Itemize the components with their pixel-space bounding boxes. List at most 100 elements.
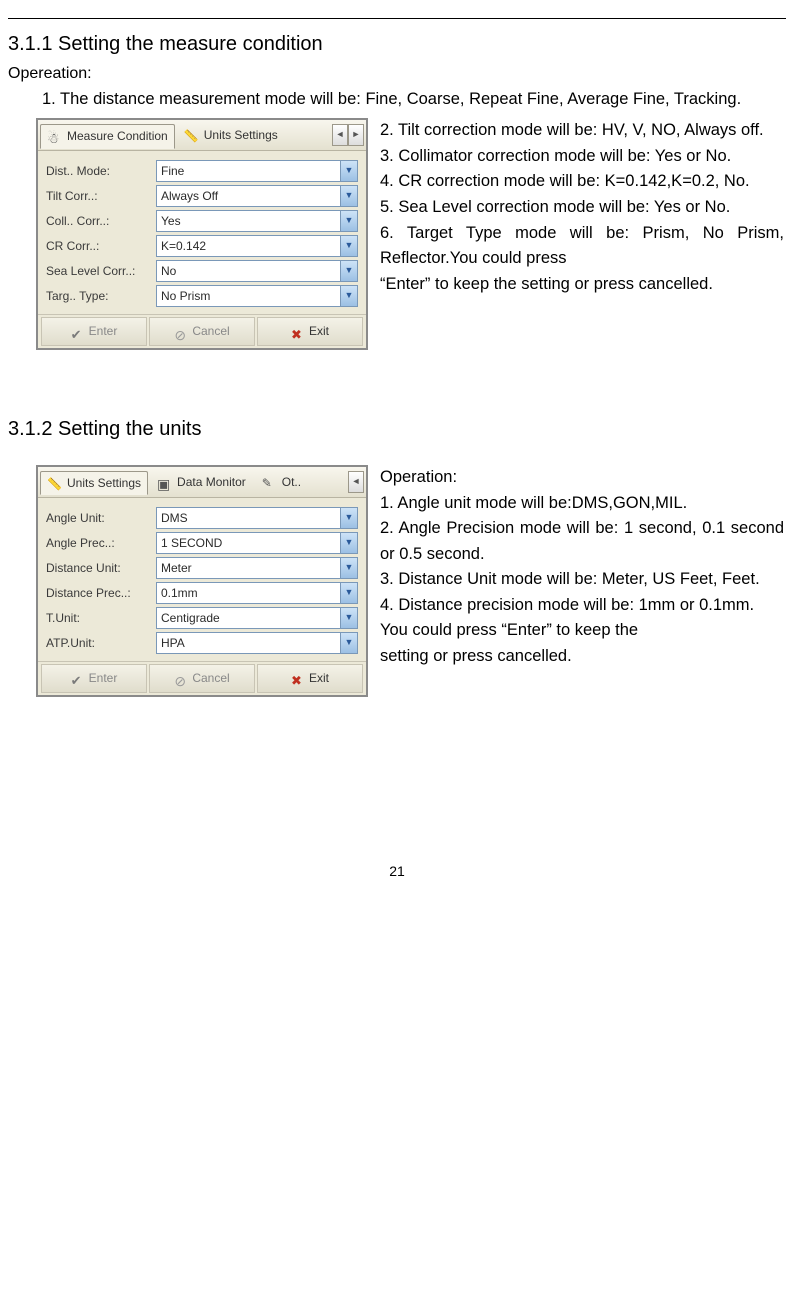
tab-label: Ot..	[282, 473, 301, 492]
label-sea-level: Sea Level Corr..:	[46, 262, 156, 281]
exit-button[interactable]: Exit	[257, 317, 363, 346]
section-312-title: 3.1.2 Setting the units	[8, 414, 786, 445]
combo-angle-unit[interactable]: DMS ▼	[156, 507, 358, 529]
tab-scroll-left[interactable]: ◄	[348, 471, 364, 493]
sec311-line2: 2. Tilt correction mode will be: HV, V, …	[380, 118, 784, 144]
tab-label: Data Monitor	[177, 473, 246, 492]
combo-value: Meter	[157, 559, 340, 578]
page-number: 21	[8, 861, 786, 883]
label-cr-corr: CR Corr..:	[46, 237, 156, 256]
chevron-down-icon: ▼	[340, 261, 357, 281]
exit-button[interactable]: Exit	[257, 664, 363, 693]
tab-label: Units Settings	[67, 474, 141, 493]
chevron-down-icon: ▼	[340, 211, 357, 231]
row-sea-level: Sea Level Corr..: No ▼	[46, 260, 358, 282]
row-atp-unit: ATP.Unit: HPA ▼	[46, 632, 358, 654]
combo-value: 0.1mm	[157, 584, 340, 603]
label-tilt-corr: Tilt Corr..:	[46, 187, 156, 206]
combo-sea-level[interactable]: No ▼	[156, 260, 358, 282]
enter-button[interactable]: Enter	[41, 664, 147, 693]
sec312-line5a: You could press “Enter” to keep the	[380, 618, 784, 644]
sec312-sidetext: Operation: 1. Angle unit mode will be:DM…	[380, 465, 786, 644]
row-cr-corr: CR Corr..: K=0.142 ▼	[46, 235, 358, 257]
screenshot-units-settings: Units Settings Data Monitor Ot.. ◄ Angle…	[36, 465, 368, 697]
label-dist-mode: Dist.. Mode:	[46, 162, 156, 181]
tab-label: Measure Condition	[67, 127, 168, 146]
enter-button[interactable]: Enter	[41, 317, 147, 346]
combo-value: Centigrade	[157, 609, 340, 628]
tab-scroll-left[interactable]: ◄	[332, 124, 348, 146]
sec312-op-label: Operation:	[380, 465, 784, 491]
label-distance-unit: Distance Unit:	[46, 559, 156, 578]
chevron-down-icon: ▼	[340, 633, 357, 653]
pencil-icon	[262, 474, 278, 490]
cancel-button[interactable]: Cancel	[149, 664, 255, 693]
button-label: Cancel	[192, 669, 229, 688]
tab-data-monitor[interactable]: Data Monitor	[150, 470, 253, 495]
combo-value: 1 SECOND	[157, 534, 340, 553]
check-icon	[71, 325, 85, 339]
combo-atp-unit[interactable]: HPA ▼	[156, 632, 358, 654]
combo-targ-type[interactable]: No Prism ▼	[156, 285, 358, 307]
form-body: Angle Unit: DMS ▼ Angle Prec..: 1 SECOND…	[38, 498, 366, 661]
sec312-line3: 3. Distance Unit mode will be: Meter, US…	[380, 567, 784, 593]
tab-other[interactable]: Ot..	[255, 470, 308, 495]
button-label: Enter	[89, 669, 118, 688]
chevron-down-icon: ▼	[340, 583, 357, 603]
row-distance-prec: Distance Prec..: 0.1mm ▼	[46, 582, 358, 604]
row-targ-type: Targ.. Type: No Prism ▼	[46, 285, 358, 307]
row-distance-unit: Distance Unit: Meter ▼	[46, 557, 358, 579]
section-311-title: 3.1.1 Setting the measure condition	[8, 29, 786, 60]
tab-units-settings[interactable]: Units Settings	[40, 471, 148, 496]
label-angle-unit: Angle Unit:	[46, 509, 156, 528]
combo-distance-unit[interactable]: Meter ▼	[156, 557, 358, 579]
combo-distance-prec[interactable]: 0.1mm ▼	[156, 582, 358, 604]
chevron-down-icon: ▼	[340, 558, 357, 578]
monitor-icon	[157, 474, 173, 490]
row-tilt-corr: Tilt Corr..: Always Off ▼	[46, 185, 358, 207]
chevron-down-icon: ▼	[340, 533, 357, 553]
combo-value: K=0.142	[157, 237, 340, 256]
sec312-line1: 1. Angle unit mode will be:DMS,GON,MIL.	[380, 491, 784, 517]
tab-units-settings[interactable]: Units Settings	[177, 123, 285, 148]
cancel-button[interactable]: Cancel	[149, 317, 255, 346]
operation-label-311: Opereation:	[8, 62, 786, 87]
prohibit-icon	[174, 671, 188, 685]
tab-measure-condition[interactable]: Measure Condition	[40, 124, 175, 149]
combo-cr-corr[interactable]: K=0.142 ▼	[156, 235, 358, 257]
label-angle-prec: Angle Prec..:	[46, 534, 156, 553]
combo-tilt-corr[interactable]: Always Off ▼	[156, 185, 358, 207]
tab-strip: Measure Condition Units Settings ◄ ►	[38, 120, 366, 151]
combo-angle-prec[interactable]: 1 SECOND ▼	[156, 532, 358, 554]
sec311-line3: 3. Collimator correction mode will be: Y…	[380, 144, 784, 170]
row-angle-prec: Angle Prec..: 1 SECOND ▼	[46, 532, 358, 554]
label-t-unit: T.Unit:	[46, 609, 156, 628]
row-angle-unit: Angle Unit: DMS ▼	[46, 507, 358, 529]
button-bar: Enter Cancel Exit	[38, 314, 366, 348]
sec311-line5: 5. Sea Level correction mode will be: Ye…	[380, 195, 784, 221]
label-targ-type: Targ.. Type:	[46, 287, 156, 306]
close-icon	[291, 325, 305, 339]
tab-label: Units Settings	[204, 126, 278, 145]
chevron-down-icon: ▼	[340, 286, 357, 306]
combo-value: DMS	[157, 509, 340, 528]
chevron-down-icon: ▼	[340, 608, 357, 628]
tab-scroll-right[interactable]: ►	[348, 124, 364, 146]
button-label: Exit	[309, 322, 329, 341]
tab-scrollers: ◄ ►	[332, 124, 364, 146]
combo-value: No Prism	[157, 287, 340, 306]
chevron-down-icon: ▼	[340, 508, 357, 528]
row-t-unit: T.Unit: Centigrade ▼	[46, 607, 358, 629]
row-coll-corr: Coll.. Corr..: Yes ▼	[46, 210, 358, 232]
combo-dist-mode[interactable]: Fine ▼	[156, 160, 358, 182]
combo-value: HPA	[157, 634, 340, 653]
row-dist-mode: Dist.. Mode: Fine ▼	[46, 160, 358, 182]
sec312-line2: 2. Angle Precision mode will be: 1 secon…	[380, 516, 784, 567]
label-atp-unit: ATP.Unit:	[46, 634, 156, 653]
screenshot-measure-condition: Measure Condition Units Settings ◄ ► Dis…	[36, 118, 368, 350]
combo-t-unit[interactable]: Centigrade ▼	[156, 607, 358, 629]
combo-value: Yes	[157, 212, 340, 231]
combo-coll-corr[interactable]: Yes ▼	[156, 210, 358, 232]
label-distance-prec: Distance Prec..:	[46, 584, 156, 603]
check-icon	[71, 671, 85, 685]
